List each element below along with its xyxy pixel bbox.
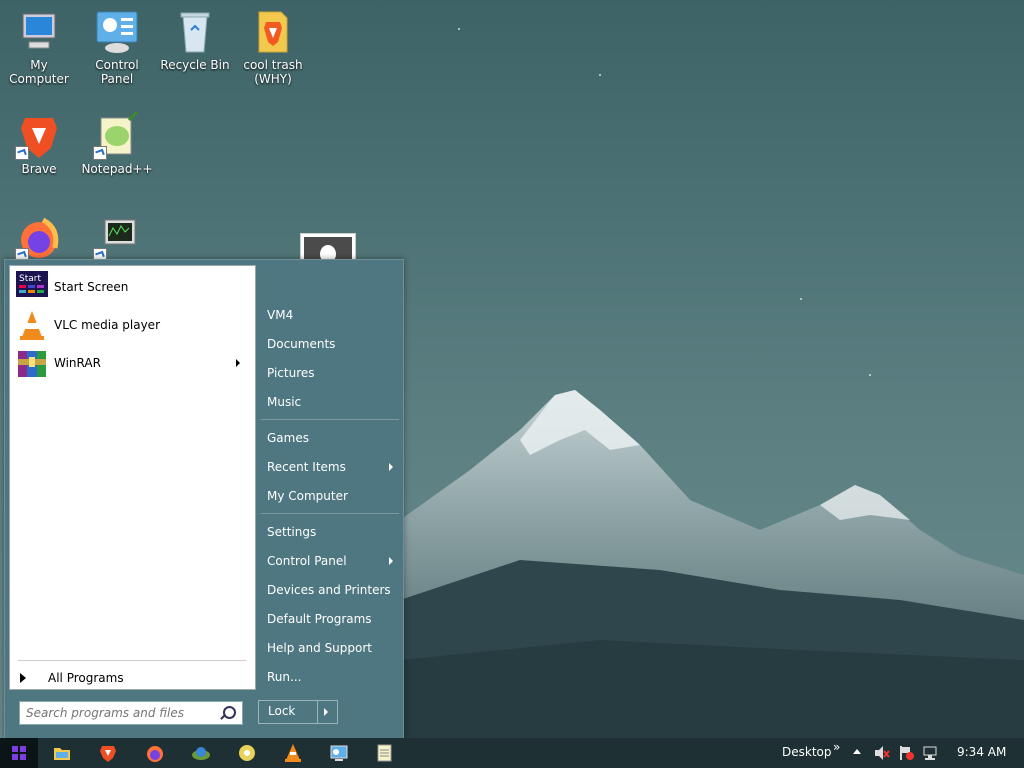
all-programs-button[interactable]: All Programs <box>20 666 124 690</box>
toolbar-chevron-icon[interactable]: » <box>833 740 840 754</box>
start-menu: Start Start Screen VLC media player WinR… <box>4 259 404 739</box>
program-label: Start Screen <box>54 280 129 294</box>
start-item-label: Default Programs <box>267 612 372 626</box>
brave-icon <box>15 112 63 160</box>
winrar-icon <box>16 347 48 379</box>
show-hidden-icons-icon[interactable] <box>852 746 862 760</box>
start-item-run[interactable]: Run... <box>267 666 397 688</box>
search-input[interactable] <box>24 703 218 723</box>
lock-split-divider <box>317 701 318 723</box>
clock[interactable]: 9:34 AM <box>957 745 1006 759</box>
desktop-icon-control-panel[interactable]: Control Panel <box>78 8 156 86</box>
start-item-pictures[interactable]: Pictures <box>267 362 397 384</box>
desktop-icon-label: Notepad++ <box>81 162 153 176</box>
shortcut-arrow-icon <box>93 146 107 160</box>
desktop-icon-label: cool trash (WHY) <box>243 58 303 86</box>
start-item-label: My Computer <box>267 489 348 503</box>
my-computer-icon <box>15 8 63 56</box>
desktop-icon-notepad-plus[interactable]: Notepad++ <box>78 110 156 176</box>
start-right-divider <box>261 419 399 420</box>
start-item-settings[interactable]: Settings <box>267 521 397 543</box>
start-item-help-support[interactable]: Help and Support <box>267 637 397 659</box>
search-icon[interactable] <box>223 706 236 719</box>
desktop-toolbar-label[interactable]: Desktop <box>782 745 832 759</box>
start-item-label: Settings <box>267 525 317 539</box>
start-item-label: Help and Support <box>267 641 372 655</box>
desktop-icon-task-manager[interactable] <box>78 214 156 264</box>
recycle-bin-icon <box>171 8 219 56</box>
svg-text:Start: Start <box>19 274 41 284</box>
program-item-winrar[interactable]: WinRAR <box>16 346 248 380</box>
program-label: WinRAR <box>54 356 101 370</box>
lock-button[interactable]: Lock <box>258 700 338 724</box>
desktop-icon-firefox[interactable] <box>0 214 78 264</box>
program-label: VLC media player <box>54 318 161 332</box>
flag-error-icon[interactable] <box>898 745 916 764</box>
firefox-icon <box>15 214 63 262</box>
start-item-label: Games <box>267 431 309 445</box>
start-menu-programs-pane: Start Start Screen VLC media player WinR… <box>9 265 256 690</box>
start-item-label: Music <box>267 395 302 409</box>
lock-label: Lock <box>268 704 296 718</box>
control-panel-icon[interactable] <box>329 743 349 763</box>
monitor-graph-icon <box>93 214 141 262</box>
shortcut-arrow-icon <box>15 146 29 160</box>
search-box[interactable] <box>19 701 243 725</box>
file-explorer-icon[interactable] <box>52 743 72 763</box>
start-item-label: VM4 <box>267 308 294 322</box>
start-item-recent-items[interactable]: Recent Items <box>267 456 397 478</box>
windows-logo-icon <box>12 746 26 760</box>
start-item-label: Pictures <box>267 366 315 380</box>
desktop-icon-recycle-bin[interactable]: Recycle Bin <box>156 8 234 72</box>
submenu-arrow-icon <box>236 359 240 367</box>
desktop-icon-brave[interactable]: Brave <box>0 112 78 176</box>
brave-icon[interactable] <box>98 743 118 763</box>
start-item-music[interactable]: Music <box>267 391 397 413</box>
desktop-icon-label: Brave <box>21 162 57 176</box>
expand-triangle-icon <box>20 673 26 683</box>
submenu-arrow-icon <box>389 463 393 471</box>
folder-brave-icon <box>249 8 297 56</box>
control-panel-icon <box>93 8 141 56</box>
all-programs-label: All Programs <box>48 671 124 685</box>
start-item-default-programs[interactable]: Default Programs <box>267 608 397 630</box>
start-item-label: Documents <box>267 337 336 351</box>
programs-divider <box>18 660 246 661</box>
media-icon[interactable] <box>237 743 257 763</box>
taskbar: Desktop » 9:34 AM <box>0 738 1024 768</box>
network-status-icon[interactable] <box>922 745 940 764</box>
start-item-label: Recent Items <box>267 460 346 474</box>
notepad-plus-icon <box>93 110 141 160</box>
program-item-vlc[interactable]: VLC media player <box>16 308 248 342</box>
network-icon[interactable] <box>191 743 211 763</box>
firefox-icon[interactable] <box>145 743 165 763</box>
volume-muted-icon[interactable] <box>873 745 891 764</box>
power-options-arrow-icon[interactable] <box>324 708 328 716</box>
desktop-icon-label: Recycle Bin <box>160 58 230 72</box>
start-screen-icon: Start <box>16 271 48 303</box>
desktop-icon-my-computer[interactable]: My Computer <box>0 8 78 86</box>
start-item-control-panel[interactable]: Control Panel <box>267 550 397 572</box>
start-item-my-computer[interactable]: My Computer <box>267 485 397 507</box>
submenu-arrow-icon <box>389 557 393 565</box>
start-item-games[interactable]: Games <box>267 427 397 449</box>
program-item-start-screen[interactable]: Start Start Screen <box>16 270 248 304</box>
start-item-label: Devices and Printers <box>267 583 391 597</box>
start-button[interactable] <box>0 738 38 768</box>
start-item-label: Control Panel <box>267 554 347 568</box>
start-right-divider <box>261 513 399 514</box>
start-item-vm4[interactable]: VM4 <box>267 304 397 326</box>
start-item-label: Run... <box>267 670 302 684</box>
desktop-icon-cool-trash[interactable]: cool trash (WHY) <box>234 8 312 86</box>
desktop-icon-label: Control Panel <box>95 58 139 86</box>
vlc-icon <box>16 309 48 341</box>
start-item-documents[interactable]: Documents <box>267 333 397 355</box>
notepad-icon[interactable] <box>375 743 395 763</box>
vlc-icon[interactable] <box>283 743 303 763</box>
desktop-icon-label: My Computer <box>9 58 69 86</box>
start-item-devices-printers[interactable]: Devices and Printers <box>267 579 397 601</box>
